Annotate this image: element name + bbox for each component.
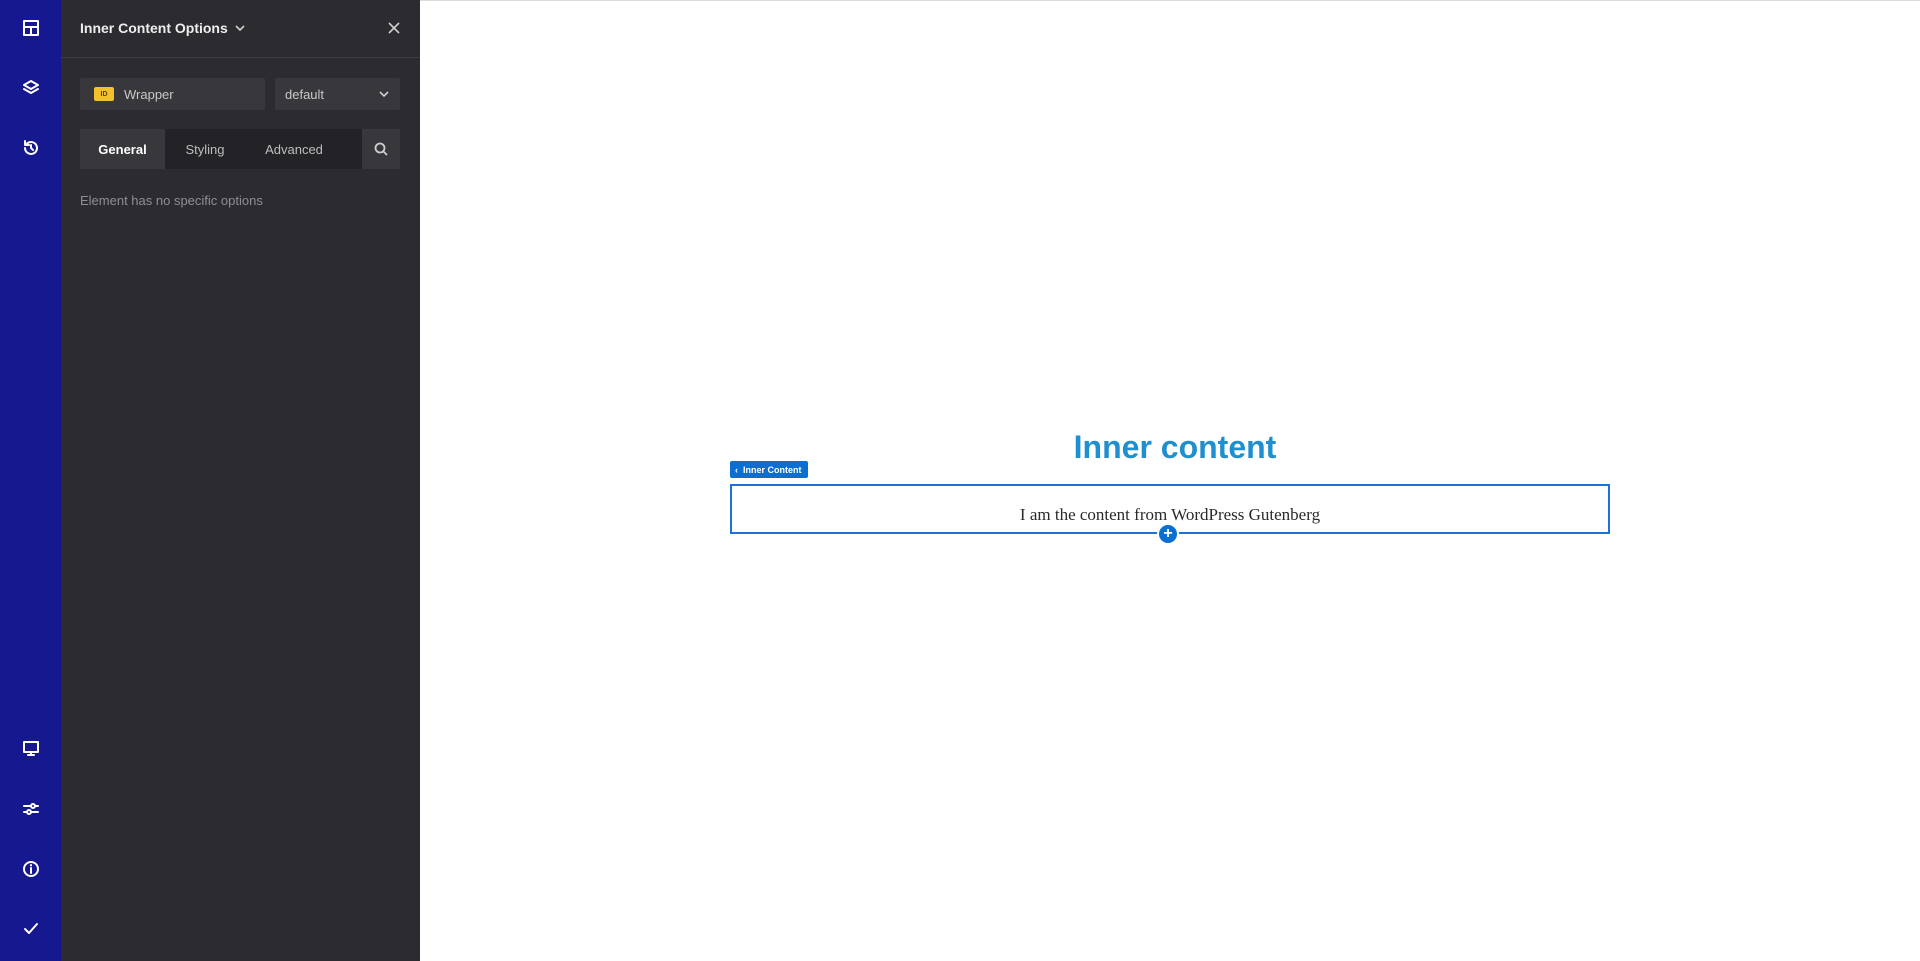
class-select-value: default	[285, 86, 325, 102]
responsive-preview-button[interactable]	[0, 720, 61, 780]
search-icon	[374, 142, 388, 156]
add-element-button[interactable]: +	[1157, 523, 1179, 545]
element-breadcrumb-label[interactable]: ‹ Inner Content	[730, 461, 808, 478]
info-icon	[22, 860, 40, 883]
options-tabs: General Styling Advanced	[80, 129, 400, 169]
layout-icon	[22, 19, 40, 42]
element-label-text: Inner Content	[743, 464, 802, 475]
tab-advanced[interactable]: Advanced	[245, 129, 343, 169]
sidebar-rail	[0, 0, 61, 961]
chevron-down-icon	[379, 91, 389, 98]
page-heading[interactable]: Inner content	[420, 429, 1920, 466]
history-button[interactable]	[0, 120, 61, 180]
history-icon	[22, 139, 40, 162]
desktop-icon	[22, 739, 40, 762]
tab-styling[interactable]: Styling	[165, 129, 245, 169]
settings-sliders-icon	[22, 800, 40, 823]
options-panel: Inner Content Options ID Wrapper default…	[61, 0, 420, 961]
inner-content-text: I am the content from WordPress Gutenber…	[1019, 505, 1321, 524]
element-id-field[interactable]: ID Wrapper	[80, 78, 265, 110]
layers-icon	[22, 79, 40, 102]
chevron-left-icon: ‹	[735, 464, 738, 475]
close-panel-button[interactable]	[384, 18, 404, 38]
panel-header: Inner Content Options	[61, 0, 420, 58]
settings-button[interactable]	[0, 781, 61, 841]
save-button[interactable]	[0, 901, 61, 961]
layout-button[interactable]	[0, 0, 61, 60]
chevron-down-icon	[235, 25, 245, 32]
layers-button[interactable]	[0, 60, 61, 120]
panel-title-dropdown[interactable]: Inner Content Options	[80, 20, 246, 36]
id-badge: ID	[94, 87, 114, 101]
search-options-button[interactable]	[362, 129, 400, 169]
close-icon	[388, 22, 400, 34]
info-button[interactable]	[0, 841, 61, 901]
panel-title: Inner Content Options	[80, 20, 228, 36]
check-icon	[22, 920, 40, 943]
editor-canvas[interactable]: Inner content ‹ Inner Content I am the c…	[420, 0, 1920, 961]
tab-general[interactable]: General	[80, 129, 165, 169]
empty-options-message: Element has no specific options	[80, 193, 263, 208]
element-id-value: Wrapper	[124, 86, 174, 102]
class-select[interactable]: default	[275, 78, 400, 110]
